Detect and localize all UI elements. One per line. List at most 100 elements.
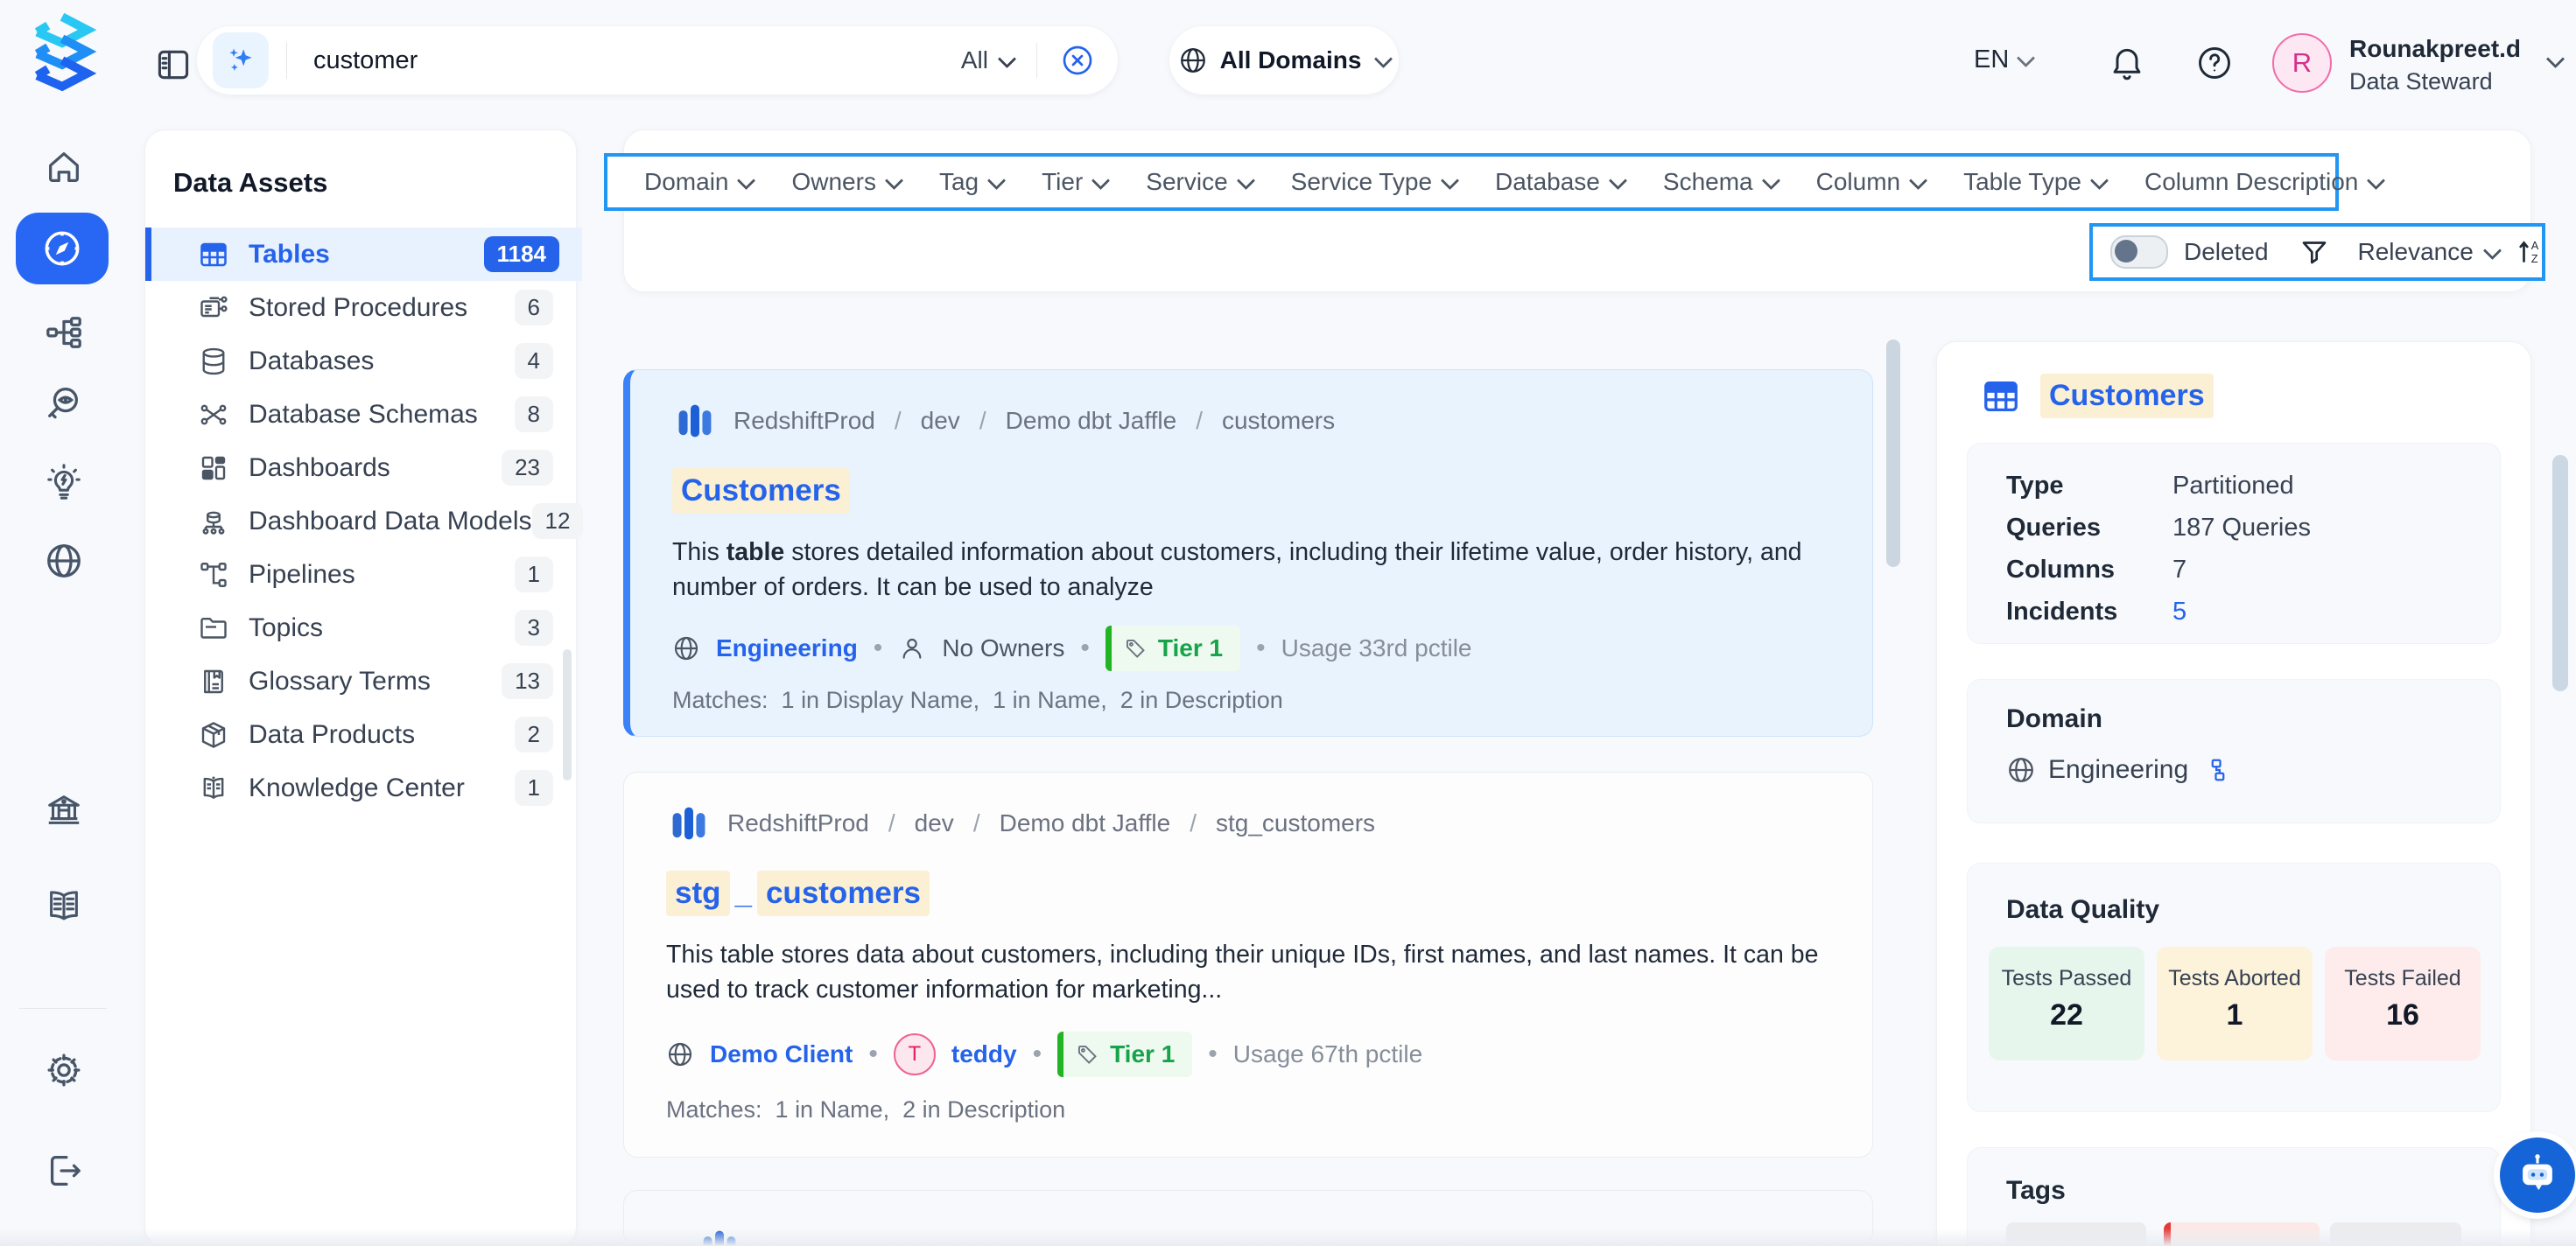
result-title-link[interactable]: stg _ customers xyxy=(666,871,930,916)
result-card-stg-customers[interactable]: RedshiftProd / dev / Demo dbt Jaffle / s… xyxy=(623,772,1873,1158)
sidebar-item-dashboard-data-models[interactable]: Dashboard Data Models 12 xyxy=(145,494,576,548)
info-label: Columns xyxy=(2006,556,2172,584)
result-title-link[interactable]: Customers xyxy=(672,468,850,514)
stat-value: 1 xyxy=(2157,998,2313,1032)
page-scrollbar[interactable] xyxy=(2552,455,2568,691)
filter-column[interactable]: Column xyxy=(1816,168,1925,196)
sidebar-item-databases[interactable]: Databases 4 xyxy=(145,334,576,388)
filter-domain[interactable]: Domain xyxy=(644,168,753,196)
filter-column-description[interactable]: Column Description xyxy=(2144,168,2383,196)
tier-badge[interactable]: Tier 1 xyxy=(1057,1032,1192,1077)
help-icon[interactable] xyxy=(2195,44,2234,82)
asset-count-badge: 6 xyxy=(515,290,553,326)
domain-name[interactable]: Engineering xyxy=(2048,755,2188,785)
deleted-toggle[interactable] xyxy=(2110,235,2168,269)
nav-glossary-icon[interactable] xyxy=(44,886,84,926)
language-dropdown[interactable]: EN xyxy=(1974,46,2032,74)
tier-label: Tier 1 xyxy=(1110,1040,1175,1068)
nav-observability-icon[interactable] xyxy=(44,382,84,423)
breadcrumb-table[interactable]: customers xyxy=(1222,407,1335,435)
chat-assistant-button[interactable] xyxy=(2500,1138,2575,1213)
asset-count-badge: 4 xyxy=(515,343,553,379)
filter-schema[interactable]: Schema xyxy=(1663,168,1778,196)
breadcrumb-schema[interactable]: Demo dbt Jaffle xyxy=(1006,407,1177,435)
stat-label: Tests Aborted xyxy=(2157,966,2313,991)
data-quality-card: Data Quality Tests Passed 22 Tests Abort… xyxy=(1967,863,2501,1112)
stat-label: Tests Passed xyxy=(1989,966,2144,991)
filter-owners[interactable]: Owners xyxy=(791,168,900,196)
match-summary: Matches: 1 in Display Name, 1 in Name, 2… xyxy=(672,687,1283,714)
app-logo[interactable] xyxy=(26,12,98,100)
filter-service[interactable]: Service xyxy=(1146,168,1252,196)
svg-text:A: A xyxy=(2531,239,2539,252)
sidebar-item-data-products[interactable]: Data Products 2 xyxy=(145,708,576,761)
domain-link[interactable]: Engineering xyxy=(716,634,858,662)
breadcrumb-database[interactable]: dev xyxy=(921,407,960,435)
data-assets-title: Data Assets xyxy=(173,167,327,199)
sidebar-item-database-schemas[interactable]: Database Schemas 8 xyxy=(145,388,576,441)
filter-funnel-icon[interactable] xyxy=(2299,236,2330,268)
tier-badge[interactable]: Tier 1 xyxy=(1106,626,1240,671)
nav-logout-icon[interactable] xyxy=(44,1151,84,1191)
domain-link[interactable]: Demo Client xyxy=(710,1040,853,1068)
assets-scrollbar[interactable] xyxy=(563,649,572,780)
nav-lineage-icon[interactable] xyxy=(44,312,84,353)
results-scrollbar[interactable] xyxy=(1886,340,1900,567)
sidebar-item-tables[interactable]: Tables 1184 xyxy=(145,228,582,281)
info-value: 7 xyxy=(2172,556,2186,584)
sidebar-item-glossary-terms[interactable]: Glossary Terms 13 xyxy=(145,654,576,708)
sidebar-item-pipelines[interactable]: Pipelines 1 xyxy=(145,548,576,601)
search-scope-dropdown[interactable]: All xyxy=(961,46,1014,74)
nav-explore-active[interactable] xyxy=(16,213,109,284)
match-summary: Matches: 1 in Name, 2 in Description xyxy=(666,1096,1065,1124)
sort-by-label: Relevance xyxy=(2358,238,2474,266)
breadcrumb-service[interactable]: RedshiftProd xyxy=(727,809,869,837)
nav-home-icon[interactable] xyxy=(44,147,84,187)
summary-title-link[interactable]: Customers xyxy=(2040,374,2214,418)
incidents-count-link[interactable]: 5 xyxy=(2172,598,2186,626)
asset-count-badge: 23 xyxy=(502,450,553,486)
ai-sparkle-icon[interactable] xyxy=(213,32,269,88)
nav-governance-icon[interactable] xyxy=(44,790,84,830)
filter-label: Column xyxy=(1816,168,1900,196)
hierarchy-link-icon[interactable] xyxy=(2200,757,2227,783)
filter-database[interactable]: Database xyxy=(1495,168,1625,196)
user-menu-chevron-icon[interactable] xyxy=(2545,54,2562,70)
clear-search-icon[interactable] xyxy=(1036,43,1095,78)
sidebar-item-stored-procedures[interactable]: Stored Procedures 6 xyxy=(145,281,576,334)
result-card-customers[interactable]: RedshiftProd / dev / Demo dbt Jaffle / c… xyxy=(623,369,1873,737)
sidebar-item-knowledge-center[interactable]: Knowledge Center 1 xyxy=(145,761,576,815)
breadcrumb-schema[interactable]: Demo dbt Jaffle xyxy=(1000,809,1171,837)
info-value: Partitioned xyxy=(2172,472,2294,500)
nav-insights-icon[interactable] xyxy=(44,462,84,502)
sidebar-item-topics[interactable]: Topics 3 xyxy=(145,601,576,654)
user-avatar[interactable]: R xyxy=(2272,33,2332,93)
globe-icon xyxy=(2006,755,2036,785)
sidebar-item-dashboards[interactable]: Dashboards 23 xyxy=(145,441,576,494)
sidebar-toggle-icon[interactable] xyxy=(154,46,193,84)
tests-aborted-stat: Tests Aborted 1 xyxy=(2157,947,2313,1060)
sort-order-icon[interactable]: AZ xyxy=(2515,236,2546,268)
search-input[interactable]: customer xyxy=(313,46,961,75)
nav-settings-gear-icon[interactable] xyxy=(44,1050,84,1090)
svg-text:Z: Z xyxy=(2531,252,2538,265)
filter-service-type[interactable]: Service Type xyxy=(1291,168,1456,196)
breadcrumb-table[interactable]: stg_customers xyxy=(1216,809,1375,837)
breadcrumb-database[interactable]: dev xyxy=(915,809,954,837)
dot-separator: • xyxy=(1033,1040,1042,1069)
owner-label: No Owners xyxy=(942,634,1064,662)
sort-by-dropdown[interactable]: Relevance xyxy=(2358,238,2499,266)
filter-tag[interactable]: Tag xyxy=(939,168,1003,196)
global-search-bar[interactable]: customer All xyxy=(197,26,1118,94)
result-meta-row: Demo Client • T teddy • Tier 1 • Usage 6… xyxy=(666,1032,1422,1077)
notifications-bell-icon[interactable] xyxy=(2108,44,2146,82)
filter-table-type[interactable]: Table Type xyxy=(1963,168,2106,196)
filter-tier[interactable]: Tier xyxy=(1042,168,1107,196)
tag-icon xyxy=(1124,637,1148,661)
dot-separator: • xyxy=(1080,634,1090,663)
owner-link[interactable]: teddy xyxy=(951,1040,1017,1068)
asset-label: Dashboards xyxy=(249,453,502,483)
nav-domains-globe-icon[interactable] xyxy=(44,541,84,581)
domain-selector-dropdown[interactable]: All Domains xyxy=(1169,26,1399,94)
breadcrumb-service[interactable]: RedshiftProd xyxy=(733,407,875,435)
